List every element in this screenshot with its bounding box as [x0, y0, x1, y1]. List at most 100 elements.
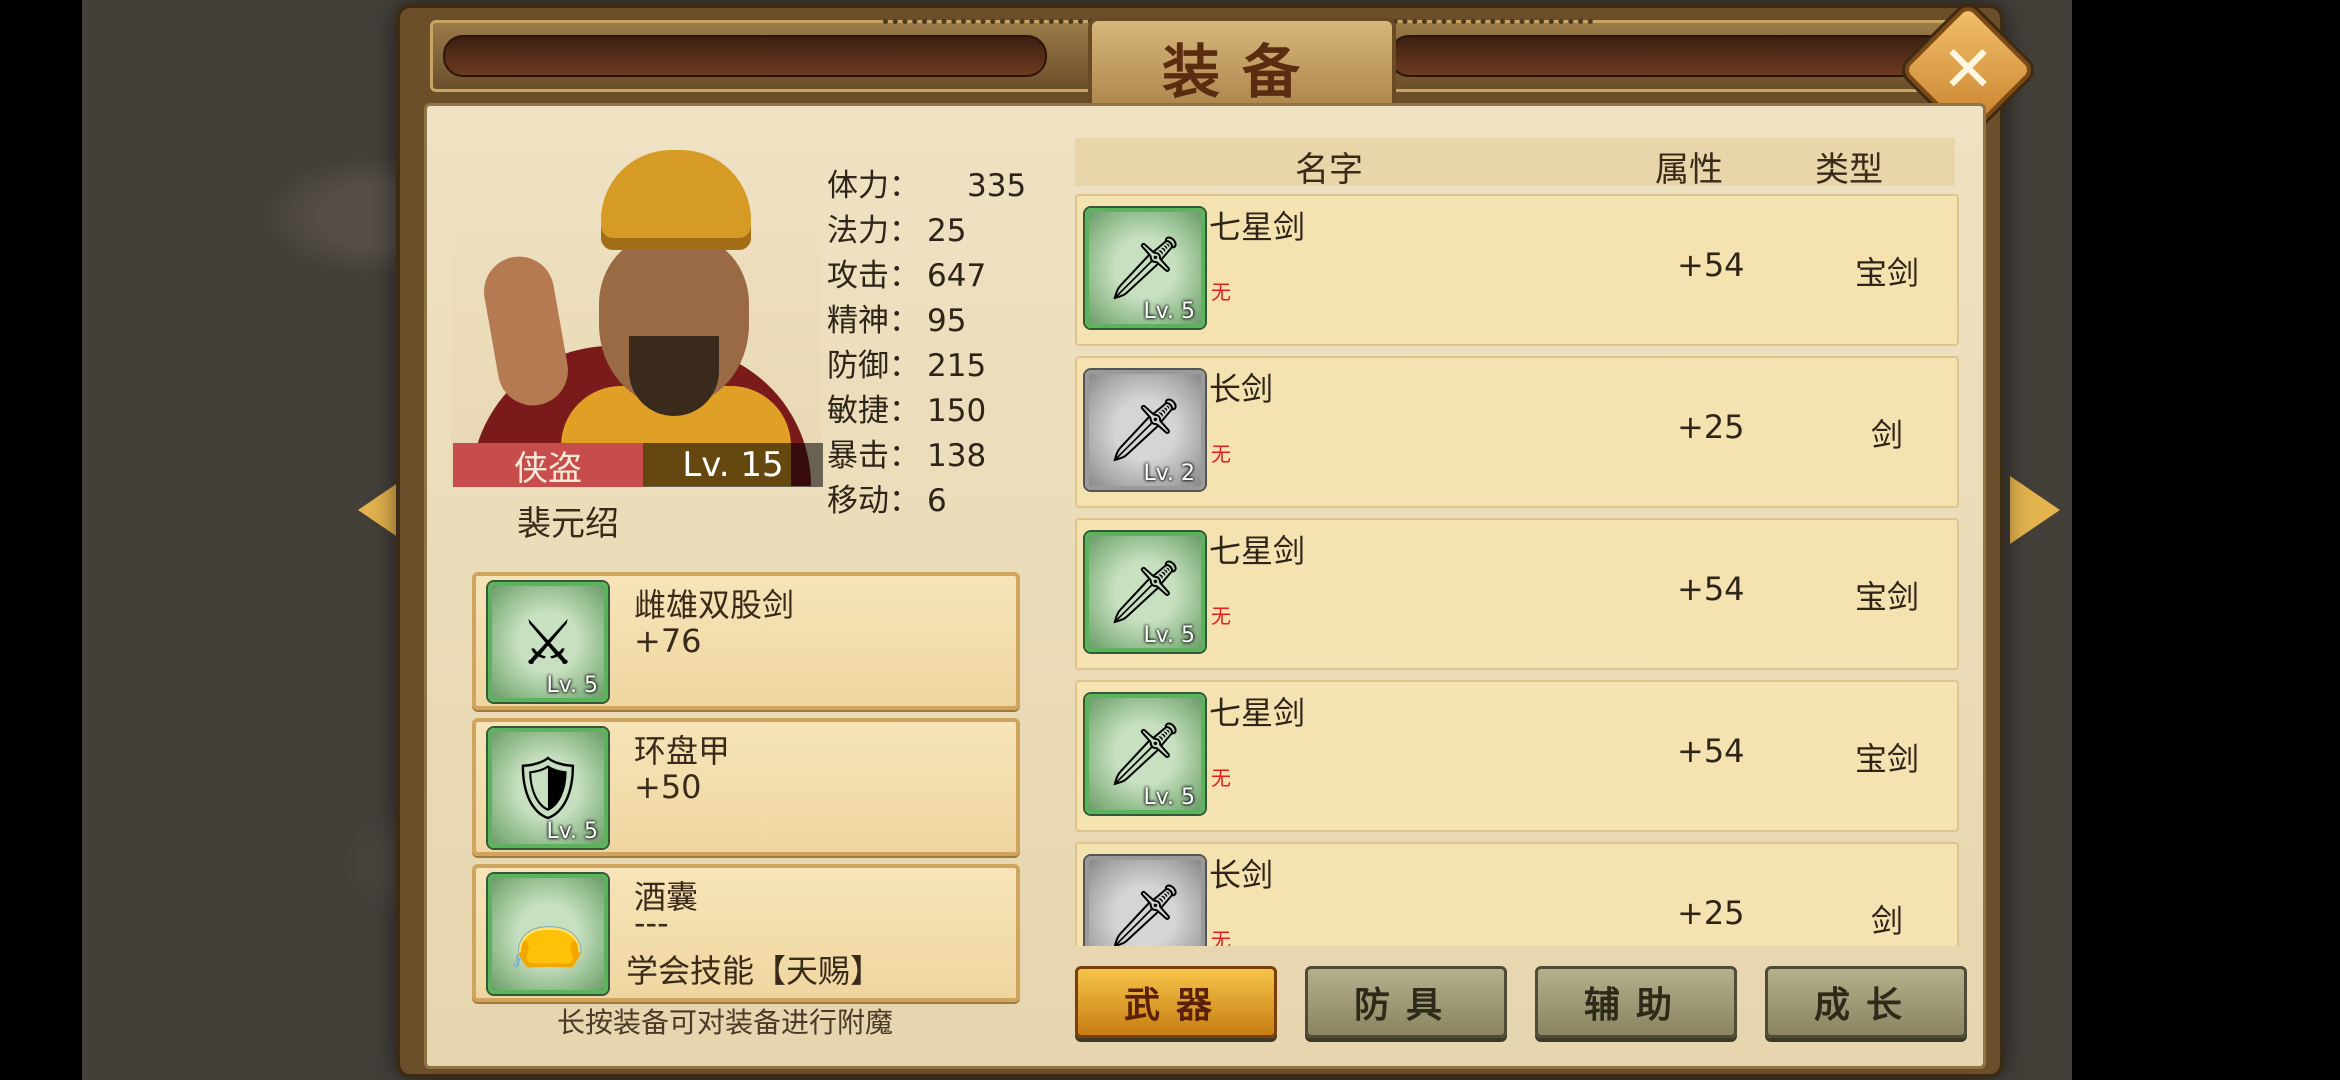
- item-name: 七星剑: [1209, 532, 1306, 570]
- list-item[interactable]: 🗡 Lv. 5 七星剑 无 +54 宝剑: [1075, 194, 1959, 346]
- item-level: Lv. 5: [1143, 623, 1195, 648]
- equip-value: ---: [634, 904, 669, 942]
- item-enchant: 无: [1211, 442, 1231, 466]
- sword-icon: 🗡 Lv. 5: [1085, 532, 1205, 652]
- panel-title: 装备: [1088, 17, 1396, 117]
- stat-value: 335: [967, 168, 1027, 204]
- stat-value: 150: [927, 393, 987, 429]
- stat-key: 攻击：: [827, 258, 920, 294]
- category-tabs: 武器 防具 辅助 成长: [1075, 966, 1967, 1046]
- item-type: 剑: [1870, 902, 1903, 940]
- item-level: Lv. 5: [1143, 785, 1195, 810]
- item-list[interactable]: 🗡 Lv. 5 七星剑 无 +54 宝剑 🗡 Lv. 2 长剑 无 +25 剑 🗡 L…: [1075, 194, 1959, 946]
- item-attr: +54: [1677, 732, 1745, 770]
- stat-key: 体力：: [827, 168, 920, 204]
- tab-accessories[interactable]: 辅助: [1535, 966, 1737, 1038]
- equipped-weapon-slot[interactable]: ⚔ Lv. 5 雌雄双股剑 +76: [472, 572, 1020, 710]
- stat-value: 647: [927, 258, 987, 294]
- title-bar: 装备: [430, 17, 1976, 117]
- item-attr: +54: [1677, 570, 1745, 608]
- item-attr: +25: [1677, 894, 1745, 932]
- armor-icon: 🛡 Lv. 5: [488, 728, 608, 848]
- stat-value: 25: [927, 213, 967, 249]
- list-item[interactable]: 🗡 Lv. 5 七星剑 无 +54 宝剑: [1075, 518, 1959, 670]
- hero-level-badge: Lv. 15: [643, 443, 823, 487]
- item-type: 宝剑: [1854, 578, 1919, 616]
- hero-class-badge: 侠盗: [453, 443, 643, 489]
- portrait-hand: [478, 251, 574, 411]
- tab-armor[interactable]: 防具: [1305, 966, 1507, 1038]
- equipped-accessory-slot[interactable]: 👝 酒囊 --- 学会技能【天赐】: [472, 864, 1020, 1002]
- list-item[interactable]: 🗡 长剑 无 +25 剑: [1075, 842, 1959, 946]
- list-item[interactable]: 🗡 Lv. 2 长剑 无 +25 剑: [1075, 356, 1959, 508]
- stat-value: 138: [927, 438, 987, 474]
- twin-swords-icon: ⚔ Lv. 5: [488, 582, 608, 702]
- chain-decoration: [883, 19, 1093, 36]
- item-level: Lv. 5: [546, 673, 598, 698]
- stat-key: 暴击：: [827, 438, 920, 474]
- portrait-hat: [601, 150, 751, 250]
- stat-row: 移动： 6: [827, 479, 1026, 524]
- chain-decoration: [1383, 19, 1593, 36]
- tab-growth[interactable]: 成长: [1765, 966, 1967, 1038]
- title-bar-slot-left: [443, 35, 1047, 77]
- item-level: Lv. 2: [1143, 461, 1195, 486]
- item-list-header: 名字 属性 类型: [1075, 138, 1955, 190]
- stat-key: 防御：: [827, 348, 920, 384]
- stat-key: 移动：: [827, 483, 920, 519]
- paper-background: 侠盗 Lv. 15 裴元绍 体力： 335 法力： 25 攻击： 647 精神： 95 …: [424, 103, 1986, 1069]
- stat-key: 法力：: [827, 213, 920, 249]
- title-bar-slot-right: [1389, 35, 1963, 77]
- stat-value: 6: [927, 483, 947, 519]
- sword-icon: 🗡 Lv. 5: [1085, 208, 1205, 328]
- stat-row: 防御： 215: [827, 344, 1026, 389]
- tab-weapons[interactable]: 武器: [1075, 966, 1277, 1038]
- equipped-armor-slot[interactable]: 🛡 Lv. 5 环盘甲 +50: [472, 718, 1020, 856]
- equip-value: +50: [634, 768, 702, 806]
- sword-icon-art: 🗡: [1105, 879, 1185, 946]
- hero-portrait: [451, 136, 821, 486]
- stat-value: 215: [927, 348, 987, 384]
- next-hero-arrow-icon[interactable]: [2010, 476, 2060, 544]
- stat-row: 法力： 25: [827, 209, 1026, 254]
- close-icon: ✕: [1941, 33, 1995, 107]
- equip-skill: 学会技能【天赐】: [626, 952, 883, 990]
- stat-row: 体力： 335: [827, 164, 1026, 209]
- stat-row: 攻击： 647: [827, 254, 1026, 299]
- sword-icon: 🗡 Lv. 5: [1085, 694, 1205, 814]
- stat-key: 敏捷：: [827, 393, 920, 429]
- item-name: 长剑: [1209, 370, 1274, 408]
- item-enchant: 无: [1211, 928, 1231, 946]
- item-name: 七星剑: [1209, 694, 1306, 732]
- list-item[interactable]: 🗡 Lv. 5 七星剑 无 +54 宝剑: [1075, 680, 1959, 832]
- wine-gourd-icon-art: 👝: [509, 897, 587, 970]
- item-level: Lv. 5: [1143, 299, 1195, 324]
- item-type: 剑: [1870, 416, 1903, 454]
- item-level: Lv. 5: [546, 819, 598, 844]
- item-name: 长剑: [1209, 856, 1274, 894]
- item-type: 宝剑: [1854, 254, 1919, 292]
- wine-gourd-icon: 👝: [488, 874, 608, 994]
- equip-name: 环盘甲: [634, 732, 731, 770]
- item-name: 七星剑: [1209, 208, 1306, 246]
- header-name: 名字: [1295, 150, 1363, 190]
- item-attr: +25: [1677, 408, 1745, 446]
- header-type: 类型: [1815, 150, 1883, 190]
- item-enchant: 无: [1211, 766, 1231, 790]
- hero-name: 裴元绍: [517, 504, 619, 544]
- item-enchant: 无: [1211, 280, 1231, 304]
- stat-value: 95: [927, 303, 967, 339]
- equip-name: 雌雄双股剑: [634, 586, 795, 624]
- item-type: 宝剑: [1854, 740, 1919, 778]
- item-enchant: 无: [1211, 604, 1231, 628]
- equipment-panel: 装备 ✕ 侠盗 Lv. 15 裴元绍 体力： 335 法力： 25 攻击： 647 精…: [400, 2, 2036, 1074]
- enchant-hint: 长按装备可对装备进行附魔: [557, 1006, 894, 1039]
- item-attr: +54: [1677, 246, 1745, 284]
- header-attr: 属性: [1655, 150, 1723, 190]
- hero-stats: 体力： 335 法力： 25 攻击： 647 精神： 95 防御： 215 敏捷： 150 …: [827, 164, 1026, 524]
- stat-key: 精神：: [827, 303, 920, 339]
- stat-row: 精神： 95: [827, 299, 1026, 344]
- sword-icon: 🗡: [1085, 856, 1205, 946]
- equip-value: +76: [634, 622, 702, 660]
- stat-row: 敏捷： 150: [827, 389, 1026, 434]
